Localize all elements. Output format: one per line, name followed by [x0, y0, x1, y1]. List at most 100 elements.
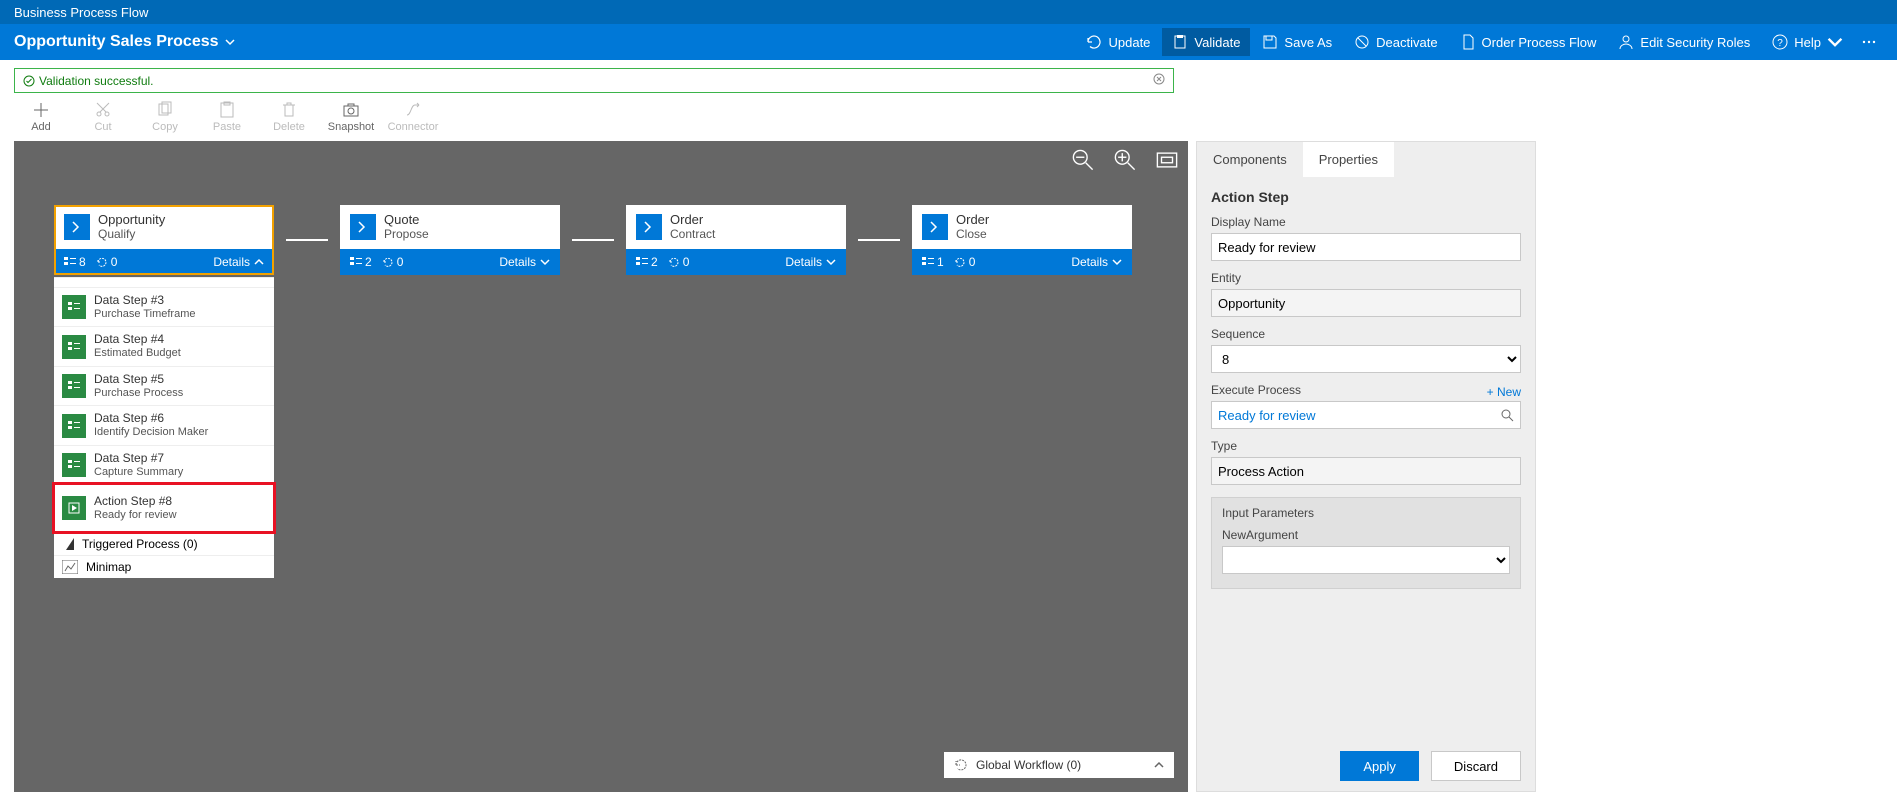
details-toggle[interactable]: Details [785, 255, 836, 269]
list-icon [62, 453, 86, 477]
more-button[interactable] [1855, 28, 1883, 56]
step-title: Data Step #7 [94, 452, 183, 466]
data-step-4[interactable]: Data Step #4Estimated Budget [54, 326, 274, 365]
step-subtitle: Ready for review [94, 509, 177, 522]
update-button[interactable]: Update [1076, 28, 1160, 56]
discard-button[interactable]: Discard [1431, 751, 1521, 781]
header-breadcrumb: Business Process Flow [0, 0, 1897, 24]
data-step-3[interactable]: Data Step #3Purchase Timeframe [54, 287, 274, 326]
triggered-process[interactable]: Triggered Process (0) [54, 532, 274, 555]
help-button[interactable]: ? Help [1762, 28, 1853, 56]
list-icon [636, 257, 648, 267]
search-icon [1500, 408, 1514, 422]
paste-tool[interactable]: Paste [200, 101, 254, 133]
details-toggle[interactable]: Details [213, 255, 264, 269]
cycle-icon [668, 256, 680, 268]
delete-tool[interactable]: Delete [262, 101, 316, 133]
data-step-5[interactable]: Data Step #5Purchase Process [54, 366, 274, 405]
step-title: Data Step #4 [94, 333, 181, 347]
action-step-8[interactable]: Action Step #8Ready for review [54, 484, 274, 531]
minimap-label: Minimap [86, 560, 131, 574]
tab-properties[interactable]: Properties [1303, 142, 1394, 177]
workflow-count: 0 [382, 255, 404, 269]
step-subtitle: Purchase Timeframe [94, 308, 195, 321]
connector-icon [404, 101, 422, 119]
data-step-6[interactable]: Data Step #6Identify Decision Maker [54, 405, 274, 444]
sequence-field: Sequence 8 [1211, 327, 1521, 373]
properties-footer: Apply Discard [1197, 741, 1535, 791]
details-toggle[interactable]: Details [1071, 255, 1122, 269]
check-circle-icon [23, 75, 35, 87]
workflow-count: 0 [954, 255, 976, 269]
refresh-icon [1086, 34, 1102, 50]
question-icon: ? [1772, 34, 1788, 50]
edit-security-roles-button[interactable]: Edit Security Roles [1608, 28, 1760, 56]
zoom-in-button[interactable] [1114, 149, 1136, 171]
deactivate-button[interactable]: Deactivate [1344, 28, 1447, 56]
steps-count: 2 [636, 255, 658, 269]
scissors-icon [94, 101, 112, 119]
notification-close-button[interactable] [1153, 73, 1165, 88]
stage-subtitle: Close [956, 227, 989, 241]
apply-button[interactable]: Apply [1340, 751, 1419, 781]
save-as-button[interactable]: Save As [1252, 28, 1342, 56]
stage-title: Order [956, 213, 989, 227]
steps-count: 8 [64, 255, 86, 269]
snapshot-tool[interactable]: Snapshot [324, 101, 378, 133]
stage-quote[interactable]: Quote Propose 2 0 Details [340, 205, 560, 275]
properties-body: Action Step Display Name Entity Sequence… [1197, 177, 1535, 741]
chevron-right-icon [356, 220, 370, 234]
cycle-icon [954, 256, 966, 268]
type-field: Type [1211, 439, 1521, 485]
cycle-icon [954, 758, 968, 772]
chevron-right-icon [70, 220, 84, 234]
process-title[interactable]: Opportunity Sales Process [14, 33, 235, 51]
minimap-toggle[interactable]: Minimap [54, 555, 274, 578]
step-subtitle: Capture Summary [94, 466, 183, 479]
stage-icon [922, 214, 948, 240]
deactivate-icon [1354, 34, 1370, 50]
data-step-7[interactable]: Data Step #7Capture Summary [54, 445, 274, 484]
fit-icon [1156, 149, 1178, 171]
copy-tool[interactable]: Copy [138, 101, 192, 133]
connector-tool[interactable]: Connector [386, 101, 440, 133]
stage-order-close[interactable]: Order Close 1 0 Details [912, 205, 1132, 275]
display-name-input[interactable] [1211, 233, 1521, 261]
plus-icon [32, 101, 50, 119]
stage-opportunity[interactable]: Opportunity Qualify 8 0 Details [54, 205, 274, 275]
ellipsis-icon [1861, 34, 1877, 50]
zoom-out-button[interactable] [1072, 149, 1094, 171]
camera-icon [342, 101, 360, 119]
stage-subtitle: Propose [384, 227, 429, 241]
stage-connector [572, 239, 614, 241]
details-toggle[interactable]: Details [499, 255, 550, 269]
stage-order-contract[interactable]: Order Contract 2 0 Details [626, 205, 846, 275]
document-icon [1460, 34, 1476, 50]
stage-subtitle: Qualify [98, 227, 165, 241]
zoom-out-icon [1072, 149, 1094, 171]
triggered-process-label: Triggered Process (0) [82, 537, 198, 551]
execute-process-input[interactable] [1212, 402, 1494, 428]
stage-subtitle: Contract [670, 227, 715, 241]
search-button[interactable] [1494, 408, 1520, 422]
person-icon [1618, 34, 1634, 50]
header-actions: Update Validate Save As Deactivate Order… [1076, 28, 1883, 56]
cut-tool[interactable]: Cut [76, 101, 130, 133]
fit-to-screen-button[interactable] [1156, 149, 1178, 171]
toolbar: Add Cut Copy Paste Delete Snapshot Conne… [0, 97, 1186, 141]
play-icon [62, 496, 86, 520]
new-argument-select[interactable] [1222, 546, 1510, 574]
tab-components[interactable]: Components [1197, 142, 1303, 177]
order-process-flow-button[interactable]: Order Process Flow [1450, 28, 1607, 56]
new-process-link[interactable]: + New [1487, 385, 1521, 399]
step-title: Data Step #5 [94, 373, 183, 387]
notification-area: Validation successful. [0, 60, 1897, 97]
add-tool[interactable]: Add [14, 101, 68, 133]
global-workflow-bar[interactable]: Global Workflow (0) [944, 752, 1174, 778]
canvas[interactable]: Opportunity Qualify 8 0 Details [14, 141, 1188, 792]
validate-button[interactable]: Validate [1162, 28, 1250, 56]
zoom-in-icon [1114, 149, 1136, 171]
sequence-select[interactable]: 8 [1211, 345, 1521, 373]
step-title: Data Step #6 [94, 412, 208, 426]
input-parameters-section: Input Parameters NewArgument [1211, 497, 1521, 589]
